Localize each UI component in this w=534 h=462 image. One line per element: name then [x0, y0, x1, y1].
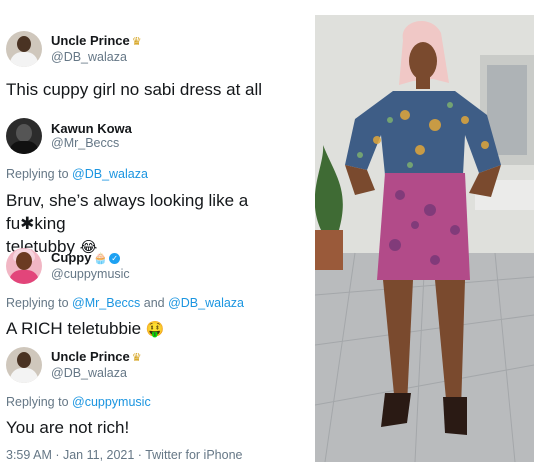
mention-link[interactable]: @DB_walaza: [168, 296, 244, 310]
tweet-1-header: Uncle Prince ♛ @DB_walaza: [6, 31, 142, 67]
avatar[interactable]: [6, 347, 42, 383]
photo-pavement: [315, 253, 534, 462]
tweet-4-text: You are not rich!: [6, 418, 130, 437]
display-name[interactable]: Uncle Prince ♛: [51, 33, 142, 50]
mention-link[interactable]: @cuppymusic: [72, 395, 151, 409]
photo-illustration: [315, 15, 534, 462]
tweet-3-text: A RICH teletubbie 🤑: [6, 319, 165, 338]
photo-plant-pot: [315, 230, 343, 270]
avatar[interactable]: [6, 31, 42, 67]
photo: [315, 15, 534, 462]
user-handle[interactable]: @cuppymusic: [51, 267, 130, 282]
user-handle[interactable]: @Mr_Beccs: [51, 136, 132, 151]
verified-badge-icon: ✓: [109, 253, 121, 264]
reply-context: Replying to @Mr_Beccs and @DB_walaza: [6, 296, 245, 310]
photo-right-sandal: [443, 397, 467, 435]
tweet-timestamp[interactable]: 3:59 AM · Jan 11, 2021 · Twitter for iPh…: [6, 448, 242, 462]
photo-left-sandal: [381, 393, 411, 427]
tweet-2-header: Kawun Kowa @Mr_Beccs: [6, 118, 132, 154]
display-name[interactable]: Kawun Kowa: [51, 121, 132, 136]
reply-context: Replying to @cuppymusic: [6, 395, 151, 409]
avatar[interactable]: [6, 248, 42, 284]
user-handle[interactable]: @DB_walaza: [51, 50, 142, 65]
tweet-4-header: Uncle Prince ♛ @DB_walaza: [6, 347, 142, 383]
tweet-1-text: This cuppy girl no sabi dress at all: [6, 80, 263, 99]
money-mouth-emoji-icon: 🤑: [145, 320, 165, 338]
display-name[interactable]: Uncle Prince ♛: [51, 349, 142, 366]
reply-context: Replying to @DB_walaza: [6, 167, 148, 181]
crown-icon: ♛: [131, 36, 142, 48]
crown-icon: ♛: [131, 352, 142, 364]
mention-link[interactable]: @Mr_Beccs: [72, 296, 140, 310]
photo-face: [409, 42, 437, 80]
tweet-thread: Uncle Prince ♛ @DB_walaza This cuppy girl…: [0, 0, 306, 462]
avatar[interactable]: [6, 118, 42, 154]
display-name[interactable]: Cuppy 🧁 ✓: [51, 250, 130, 267]
tweet-3-header: Cuppy 🧁 ✓ @cuppymusic: [6, 248, 130, 284]
photo-neck: [416, 77, 430, 89]
tweet-2-line-1: Bruv, she’s always looking like a fu✱kin…: [6, 191, 249, 233]
mention-link[interactable]: @DB_walaza: [72, 167, 148, 181]
cupcake-icon: 🧁: [93, 253, 108, 265]
user-handle[interactable]: @DB_walaza: [51, 366, 142, 381]
